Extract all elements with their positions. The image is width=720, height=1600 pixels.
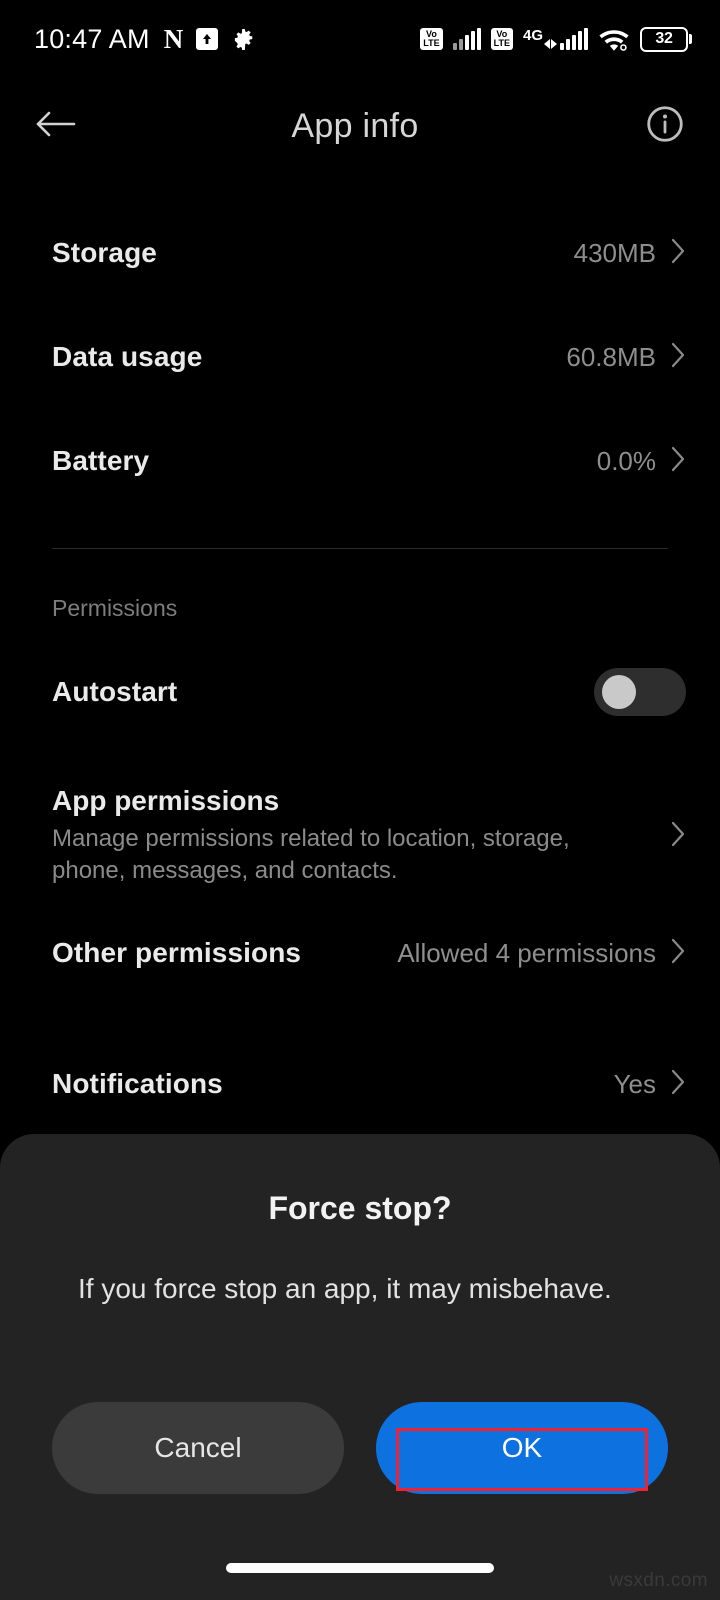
watermark: wsxdn.com — [609, 1570, 708, 1591]
row-value: 60.8MB — [566, 341, 656, 372]
chevron-right-icon — [670, 237, 686, 270]
app-info-button[interactable] — [630, 98, 686, 154]
row-label: App permissions — [52, 785, 280, 817]
status-bar-right: Vo LTE Vo LTE 4G 32 — [420, 26, 692, 52]
battery-icon: 32 — [640, 26, 692, 52]
mobile-network-sim2-icon: 4G — [523, 28, 588, 50]
dialog-title: Force stop? — [268, 1190, 452, 1226]
row-text-block: App permissions Manage permissions relat… — [52, 785, 632, 886]
signal-bars-sim2-icon — [560, 28, 588, 50]
list-item-autostart[interactable]: Autostart — [0, 640, 720, 744]
chevron-right-icon — [670, 1068, 686, 1101]
row-value: Allowed 4 permissions — [397, 937, 656, 968]
row-right: 430MB — [574, 237, 686, 270]
phone-screen: 10:47 AM N Vo LTE Vo LTE 4G 32 App info … — [0, 0, 720, 1600]
network-type-label: 4G — [522, 27, 543, 44]
wifi-icon — [598, 27, 630, 52]
toggle-knob — [602, 675, 636, 709]
page-title: App info — [291, 106, 419, 145]
info-circle-icon — [644, 103, 686, 150]
signal-bars-sim1-icon — [452, 28, 481, 50]
volte-sim2-icon: Vo LTE — [490, 28, 513, 50]
dialog-message: If you force stop an app, it may misbeha… — [78, 1273, 612, 1304]
app-bar: App info — [0, 78, 720, 174]
row-label: Battery — [52, 445, 150, 476]
ok-button[interactable]: OK — [376, 1402, 668, 1494]
chevron-right-icon — [670, 820, 686, 853]
chevron-right-icon — [670, 341, 686, 374]
chevron-right-icon — [670, 937, 686, 970]
status-bar-left: 10:47 AM N — [34, 24, 255, 55]
row-label: Other permissions — [52, 937, 302, 968]
cancel-button[interactable]: Cancel — [52, 1402, 344, 1494]
list-item-app-permissions[interactable]: App permissions Manage permissions relat… — [0, 771, 720, 901]
row-value: 430MB — [573, 237, 656, 268]
arrow-left-icon — [34, 109, 76, 144]
gesture-navigation-bar[interactable] — [226, 1563, 494, 1573]
row-right: Yes — [614, 1068, 686, 1101]
chevron-right-icon — [670, 445, 686, 478]
section-header-permissions: Permissions — [52, 594, 178, 621]
row-label: Autostart — [52, 676, 178, 707]
row-label: Notifications — [52, 1068, 223, 1099]
battery-percent-label: 32 — [655, 30, 673, 47]
list-item-other-permissions[interactable]: Other permissions Allowed 4 permissions — [0, 901, 720, 1005]
row-subtitle: Manage permissions related to location, … — [52, 825, 570, 884]
list-item-storage[interactable]: Storage 430MB — [0, 201, 720, 305]
gear-icon — [232, 28, 255, 51]
row-value: Yes — [613, 1068, 656, 1099]
list-item-notifications[interactable]: Notifications Yes — [0, 1032, 720, 1136]
status-bar: 10:47 AM N Vo LTE Vo LTE 4G 32 — [0, 0, 720, 78]
force-stop-dialog: Force stop? If you force stop an app, it… — [0, 1134, 720, 1600]
status-bar-clock: 10:47 AM — [34, 23, 150, 54]
row-label: Data usage — [52, 341, 203, 372]
row-value: 0.0% — [596, 445, 656, 476]
netflix-n-icon: N — [163, 23, 183, 54]
upload-arrow-icon — [196, 28, 219, 50]
dialog-actions: Cancel OK — [0, 1402, 720, 1494]
list-item-battery[interactable]: Battery 0.0% — [0, 409, 720, 513]
data-transfer-icon — [544, 38, 557, 50]
list-item-data-usage[interactable]: Data usage 60.8MB — [0, 305, 720, 409]
row-right: Allowed 4 permissions — [397, 937, 686, 970]
settings-list: Storage 430MB Data usage 60.8MB Battery … — [0, 174, 720, 1267]
volte-sim1-icon: Vo LTE — [420, 28, 443, 50]
row-right: 60.8MB — [566, 341, 686, 374]
row-right: 0.0% — [597, 445, 686, 478]
row-label: Storage — [52, 237, 157, 268]
autostart-toggle[interactable] — [594, 668, 686, 716]
